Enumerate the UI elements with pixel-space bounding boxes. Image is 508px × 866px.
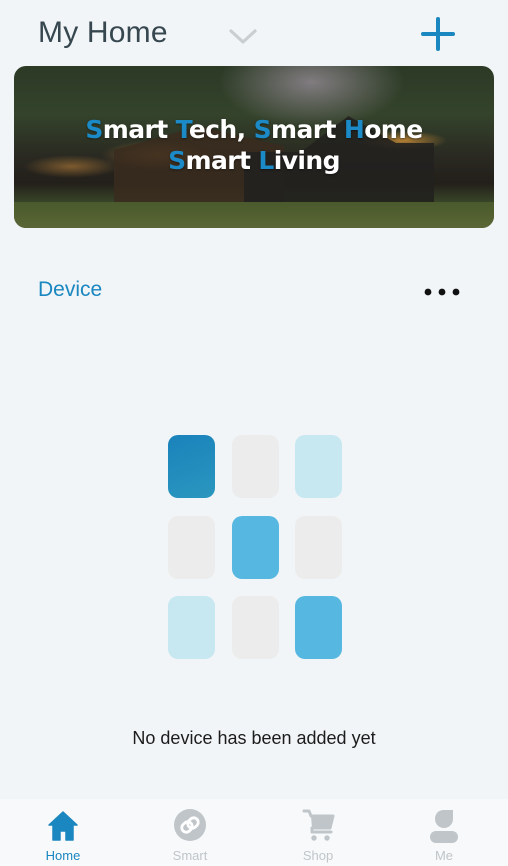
tab-me-label: Me [434, 848, 454, 863]
home-title[interactable]: My Home [38, 16, 168, 50]
banner-slogan-line-2: Smart Living [14, 145, 494, 176]
user-icon [427, 807, 461, 843]
banner-slogan: Smart Tech, Smart Home Smart Living [14, 114, 494, 176]
slogan-highlight-letter: S [168, 146, 186, 175]
tab-smart-label: Smart [172, 848, 208, 863]
empty-state-message: No device has been added yet [132, 728, 376, 748]
slogan-highlight-letter: H [343, 115, 365, 144]
banner-slogan-line-1: Smart Tech, Smart Home [14, 114, 494, 145]
tab-shop[interactable]: Shop [278, 799, 358, 866]
slogan-highlight-letter: L [258, 146, 274, 175]
illustration-tile-gray [231, 435, 279, 498]
illustration-tile-gray [295, 515, 342, 579]
plus-icon [421, 17, 455, 51]
slogan-text: mart [102, 115, 176, 144]
illustration-tile-gray [168, 515, 215, 579]
tab-home[interactable]: Home [23, 799, 103, 866]
illustration-tile-mid-blue [231, 515, 279, 579]
cart-icon [301, 807, 335, 843]
bottom-tab-bar: Home Smart Shop Me [0, 799, 508, 866]
smart-link-icon [173, 807, 207, 843]
add-device-button[interactable] [420, 16, 456, 52]
slogan-text: mart [271, 115, 344, 144]
tab-me[interactable]: Me [404, 799, 484, 866]
slogan-text: ome [364, 115, 423, 144]
slogan-text: mart [185, 146, 259, 175]
slogan-highlight-letter: S [253, 115, 272, 144]
banner-image-lawn [14, 202, 494, 228]
more-horizontal-icon [424, 288, 460, 296]
slogan-highlight-letter: S [85, 115, 103, 144]
more-options-button[interactable] [420, 282, 464, 302]
tab-smart[interactable]: Smart [150, 799, 230, 866]
illustration-tile-mid-blue [295, 596, 342, 659]
slogan-text: iving [273, 146, 341, 175]
illustration-tile-light-blue [168, 596, 215, 659]
slogan-text: ech, [188, 115, 254, 144]
slogan-highlight-letter: T [175, 115, 190, 144]
illustration-tile-gray [231, 596, 279, 659]
home-icon [46, 807, 80, 843]
promo-banner[interactable]: Smart Tech, Smart Home Smart Living [14, 66, 494, 228]
tab-shop-label: Shop [302, 848, 334, 863]
device-section-title: Device [38, 278, 103, 301]
empty-devices-illustration [168, 435, 342, 660]
chevron-down-icon[interactable] [228, 28, 258, 46]
header: My Home [0, 0, 508, 66]
illustration-tile-light-blue [295, 435, 342, 498]
tab-home-label: Home [45, 848, 81, 863]
illustration-tile-dark-blue [168, 435, 215, 498]
